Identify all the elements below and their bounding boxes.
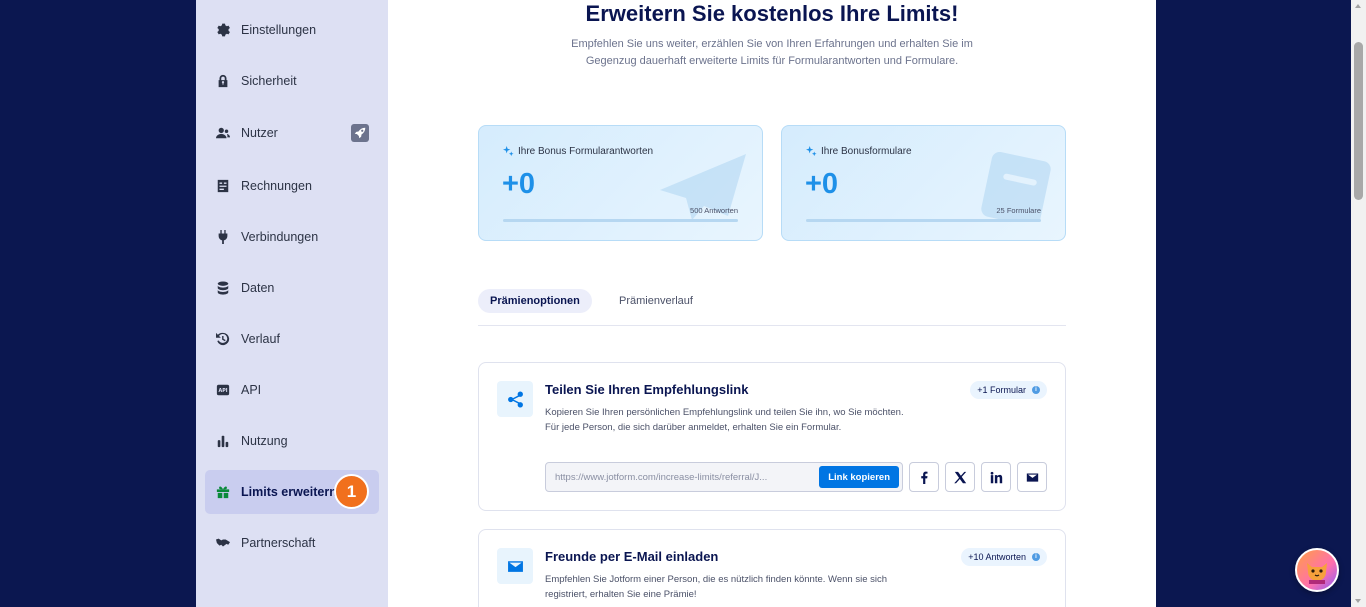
share-icon (497, 381, 533, 417)
scrollbar-thumb[interactable] (1354, 42, 1363, 200)
share-link-card: Teilen Sie Ihren Empfehlungslink Kopiere… (478, 362, 1066, 511)
tab-praemienoptionen[interactable]: Prämienoptionen (478, 289, 592, 313)
sidebar-item-nutzung[interactable]: Nutzung (205, 419, 379, 463)
sidebar-item-label: API (241, 383, 262, 397)
info-icon[interactable]: i (1032, 386, 1040, 394)
sidebar-item-label: Nutzer (241, 126, 278, 140)
sidebar-item-verlauf[interactable]: Verlauf (205, 317, 379, 361)
stat-caption: 25 Formulare (996, 206, 1041, 215)
sidebar-item-label: Verbindungen (241, 230, 319, 244)
page-subtitle: Empfehlen Sie uns weiter, erzählen Sie v… (571, 38, 973, 67)
gift-icon (216, 485, 230, 499)
reward-badge: +1 Formular i (970, 381, 1047, 399)
sidebar-item-label: Verlauf (241, 332, 280, 346)
facebook-icon (920, 471, 928, 484)
main-content: Erweitern Sie kostenlos Ihre Limits! Emp… (388, 0, 1156, 607)
sparkle-icon (806, 146, 817, 157)
stat-label: Ihre Bonus Formularantworten (503, 146, 653, 157)
bonus-responses-card: Ihre Bonus Formularantworten +0 500 Antw… (478, 125, 763, 241)
scrollbar[interactable] (1351, 0, 1366, 607)
sidebar-item-nutzer[interactable]: Nutzer (205, 111, 379, 155)
bar-chart-icon (216, 434, 230, 448)
database-icon (216, 281, 230, 295)
sidebar-item-partnerschaft[interactable]: Partnerschaft (205, 521, 379, 565)
sidebar-item-daten[interactable]: Daten (205, 266, 379, 310)
share-x-button[interactable] (945, 462, 975, 492)
referral-link[interactable]: https://www.jotform.com/increase-limits/… (555, 472, 811, 483)
option-title: Freunde per E-Mail einladen (545, 549, 719, 564)
api-icon: API (216, 383, 230, 397)
reward-tabs: Prämienoptionen Prämienverlauf (478, 289, 1066, 326)
sidebar-item-verbindungen[interactable]: Verbindungen (205, 215, 379, 259)
sidebar-item-label: Einstellungen (241, 23, 317, 37)
envelope-icon (497, 548, 533, 584)
stat-caption: 500 Antworten (690, 206, 738, 215)
x-icon (953, 471, 966, 483)
progress-bar (503, 219, 738, 222)
ai-assistant-button[interactable] (1295, 548, 1339, 592)
sidebar-item-api[interactable]: API API (205, 368, 379, 412)
sidebar-item-rechnungen[interactable]: Rechnungen (205, 164, 379, 208)
sidebar-item-einstellungen[interactable]: Einstellungen (205, 8, 379, 52)
gear-icon (216, 23, 230, 37)
share-linkedin-button[interactable] (981, 462, 1011, 492)
handshake-icon (216, 536, 230, 550)
linkedin-icon (990, 471, 1002, 483)
option-description: Empfehlen Sie Jotform einer Person, die … (545, 574, 888, 600)
sidebar-item-label: Nutzung (241, 434, 288, 448)
option-description: Kopieren Sie Ihren persönlichen Empfehlu… (545, 407, 904, 433)
history-icon (216, 332, 230, 346)
cat-avatar-icon (1307, 563, 1327, 584)
stat-label: Ihre Bonusformulare (806, 146, 912, 157)
rocket-icon[interactable] (351, 124, 369, 142)
info-icon[interactable]: i (1032, 553, 1040, 561)
sidebar-item-label: Daten (241, 281, 275, 295)
plug-icon (216, 230, 230, 244)
sidebar-item-label: Partnerschaft (241, 536, 316, 550)
sidebar-item-label: Rechnungen (241, 179, 312, 193)
email-invite-card: Freunde per E-Mail einladen Empfehlen Si… (478, 529, 1066, 607)
stat-value: +0 (502, 168, 536, 200)
scroll-up-icon[interactable] (1355, 4, 1361, 8)
step-badge: 1 (334, 474, 369, 509)
referral-link-field[interactable]: https://www.jotform.com/increase-limits/… (545, 462, 903, 492)
page-title: Erweitern Sie kostenlos Ihre Limits! (585, 1, 959, 26)
progress-bar (806, 219, 1041, 222)
sidebar-item-label: Sicherheit (241, 74, 297, 88)
envelope-icon (1026, 472, 1038, 482)
svg-text:API: API (218, 388, 227, 394)
sparkle-icon (503, 146, 514, 157)
lock-icon (216, 74, 230, 88)
copy-link-button[interactable]: Link kopieren (819, 466, 899, 488)
option-title: Teilen Sie Ihren Empfehlungslink (545, 382, 749, 397)
sidebar: Einstellungen Sicherheit Nutzer Rechnung… (196, 0, 388, 607)
invoice-icon (216, 179, 230, 193)
share-facebook-button[interactable] (909, 462, 939, 492)
share-email-button[interactable] (1017, 462, 1047, 492)
sidebar-item-sicherheit[interactable]: Sicherheit (205, 59, 379, 103)
tab-praemienverlauf[interactable]: Prämienverlauf (607, 289, 705, 313)
sidebar-item-label: Limits erweitern (241, 485, 337, 499)
users-icon (216, 126, 230, 140)
scroll-down-icon[interactable] (1355, 599, 1361, 603)
stat-value: +0 (805, 168, 839, 200)
reward-badge: +10 Antworten i (961, 548, 1047, 566)
bonus-forms-card: Ihre Bonusformulare +0 25 Formulare (781, 125, 1066, 241)
